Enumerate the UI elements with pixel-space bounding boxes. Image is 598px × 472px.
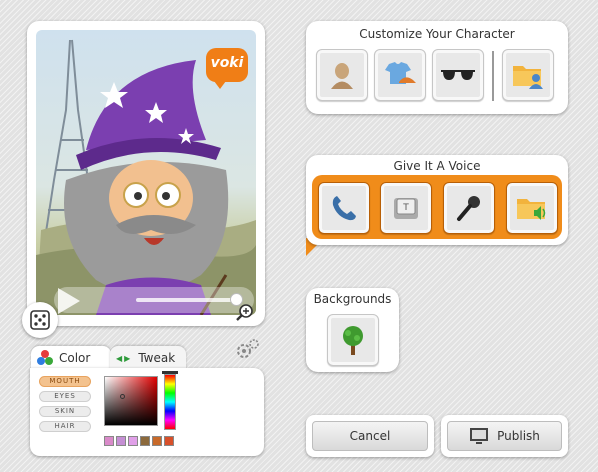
phone-voice-button[interactable] (318, 182, 370, 234)
head-button[interactable] (316, 49, 368, 101)
color-swatch[interactable] (116, 436, 126, 446)
microphone-icon (457, 196, 480, 221)
accessories-button[interactable] (432, 49, 484, 101)
keyboard-key-icon: T (394, 198, 418, 219)
tab-color-label: Color (59, 351, 91, 365)
publish-button[interactable]: Publish (441, 415, 568, 457)
customize-title: Customize Your Character (359, 27, 515, 41)
settings-gear-icon[interactable] (235, 338, 261, 360)
folder-sound-icon (517, 199, 546, 220)
voki-logo: voki (206, 48, 248, 89)
tree-icon (343, 326, 363, 355)
sunglasses-icon (441, 70, 475, 80)
cancel-button[interactable]: Cancel (306, 415, 434, 457)
color-swatch[interactable] (104, 436, 114, 446)
color-swatch[interactable] (164, 436, 174, 446)
hue-slider[interactable] (164, 374, 176, 430)
part-eyes-button[interactable]: EYES (39, 391, 91, 402)
play-button[interactable] (58, 288, 80, 314)
part-hair-button[interactable]: HAIR (39, 421, 91, 432)
tab-tweak-label: Tweak (138, 351, 176, 365)
color-swatch[interactable] (140, 436, 150, 446)
color-picker-field[interactable] (104, 376, 158, 426)
publish-button-face[interactable]: Publish (447, 421, 562, 451)
customize-divider (492, 51, 494, 101)
phone-icon (332, 196, 356, 221)
color-picker-cursor[interactable] (120, 394, 125, 399)
monitor-icon (470, 428, 489, 444)
hue-slider-marker[interactable] (162, 371, 178, 374)
clothing-button[interactable] (374, 49, 426, 101)
backgrounds-button[interactable] (327, 314, 379, 366)
part-skin-button[interactable]: SKIN (39, 406, 91, 417)
microphone-button[interactable] (443, 182, 495, 234)
dice-icon (30, 310, 50, 330)
voice-title: Give It A Voice (393, 159, 481, 173)
zoom-button[interactable] (232, 302, 258, 324)
customize-panel: Customize Your Character (306, 21, 568, 114)
text-to-speech-button[interactable]: T (380, 182, 432, 234)
backgrounds-panel: Backgrounds (306, 288, 399, 372)
cancel-button-face[interactable]: Cancel (312, 421, 428, 451)
tab-color[interactable]: Color (31, 346, 111, 370)
clothing-icon (385, 62, 416, 84)
folder-user-icon (513, 66, 543, 89)
character-preview-card: voki (27, 21, 265, 326)
randomize-dice-button[interactable] (22, 302, 58, 338)
publish-label: Publish (497, 429, 540, 443)
color-swatch[interactable] (152, 436, 162, 446)
upload-audio-button[interactable] (506, 182, 558, 234)
color-panel: MOUTH EYES SKIN HAIR (30, 368, 264, 456)
recent-swatches (104, 436, 174, 446)
zoom-in-icon (236, 304, 253, 321)
load-character-button[interactable] (502, 49, 554, 101)
color-dots-icon (37, 350, 53, 366)
voice-panel: Give It A Voice T (306, 155, 568, 245)
backgrounds-title: Backgrounds (313, 292, 392, 306)
color-swatch[interactable] (128, 436, 138, 446)
part-mouth-button[interactable]: MOUTH (39, 376, 91, 387)
svg-text:T: T (402, 203, 409, 213)
head-icon (331, 63, 353, 89)
volume-slider[interactable] (136, 298, 236, 302)
tab-tweak[interactable]: ◀▶ Tweak (110, 346, 186, 370)
character-scene: voki (36, 30, 256, 315)
tweak-arrows-icon: ◀▶ (116, 353, 133, 363)
cancel-label: Cancel (349, 429, 391, 443)
